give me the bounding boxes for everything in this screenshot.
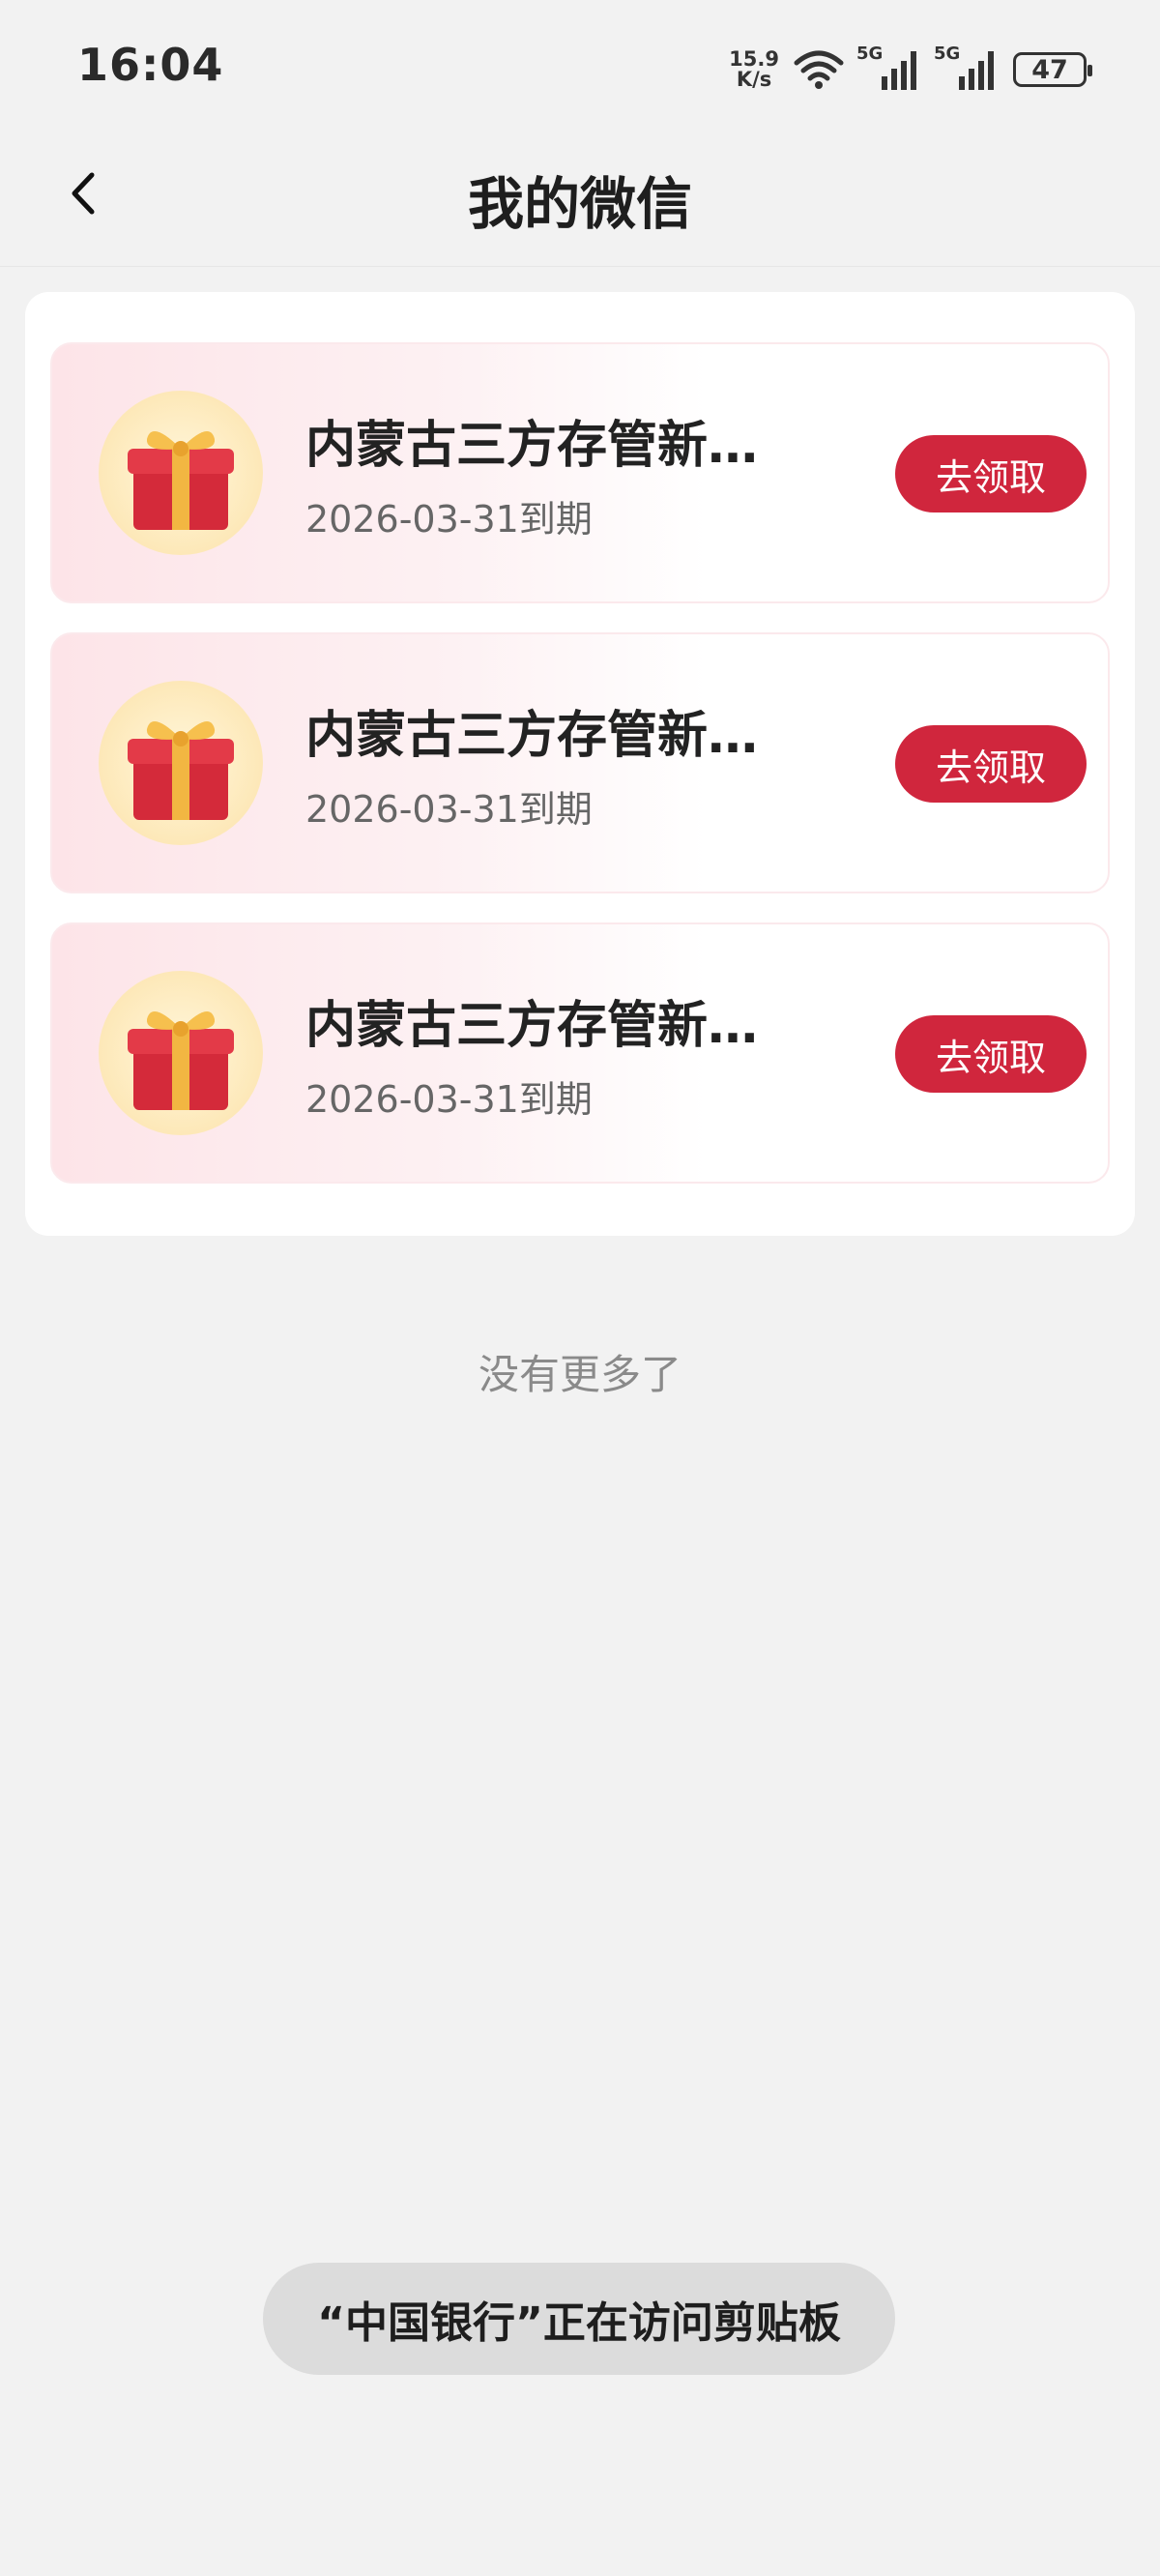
coupon-expiry-date: 2026-03-31到期 xyxy=(305,498,593,541)
battery-icon: 47 xyxy=(1013,52,1092,87)
coupon-title: 内蒙古三方存管新客... xyxy=(305,417,808,475)
coupon-title: 内蒙古三方存管新客... xyxy=(305,997,808,1055)
status-time: 16:04 xyxy=(77,39,224,91)
claim-button[interactable]: 去领取 xyxy=(895,435,1087,512)
battery-level: 47 xyxy=(1031,54,1068,85)
claim-button[interactable]: 去领取 xyxy=(895,725,1087,803)
coupon-item[interactable]: 内蒙古三方存管新客... 2026-03-31到期 去领取 xyxy=(50,922,1110,1184)
gift-box-icon xyxy=(99,391,263,555)
signal-sim1-label: 5G xyxy=(856,44,884,64)
coupon-title: 内蒙古三方存管新客... xyxy=(305,707,808,765)
signal-sim2-label: 5G xyxy=(934,44,961,64)
coupon-item[interactable]: 内蒙古三方存管新客... 2026-03-31到期 去领取 xyxy=(50,632,1110,893)
no-more-text: 没有更多了 xyxy=(478,1351,682,1398)
status-bar: 16:04 15.9 K/s 5G 5G 47 xyxy=(0,0,1160,122)
nav-header: 我的微信 xyxy=(0,122,1160,267)
status-icons: 15.9 K/s 5G 5G 47 xyxy=(729,43,1092,97)
network-speed-unit: K/s xyxy=(736,68,772,91)
clipboard-toast: “中国银行”正在访问剪贴板 xyxy=(263,2263,895,2375)
gift-box-icon xyxy=(99,971,263,1135)
coupon-expiry-date: 2026-03-31到期 xyxy=(305,1078,593,1121)
coupon-list-card: 内蒙古三方存管新客... 2026-03-31到期 去领取 内蒙古三方存管新客.… xyxy=(25,292,1135,1236)
coupon-expiry-date: 2026-03-31到期 xyxy=(305,788,593,831)
network-speed-value: 15.9 xyxy=(729,47,779,71)
page-title: 我的微信 xyxy=(467,171,692,237)
signal-sim2: 5G xyxy=(934,44,1000,92)
gift-box-icon xyxy=(99,681,263,845)
signal-sim1: 5G xyxy=(856,44,922,92)
claim-button[interactable]: 去领取 xyxy=(895,1015,1087,1093)
wifi-icon xyxy=(794,50,844,89)
coupon-item[interactable]: 内蒙古三方存管新客... 2026-03-31到期 去领取 xyxy=(50,342,1110,603)
network-speed: 15.9 K/s xyxy=(729,49,779,90)
